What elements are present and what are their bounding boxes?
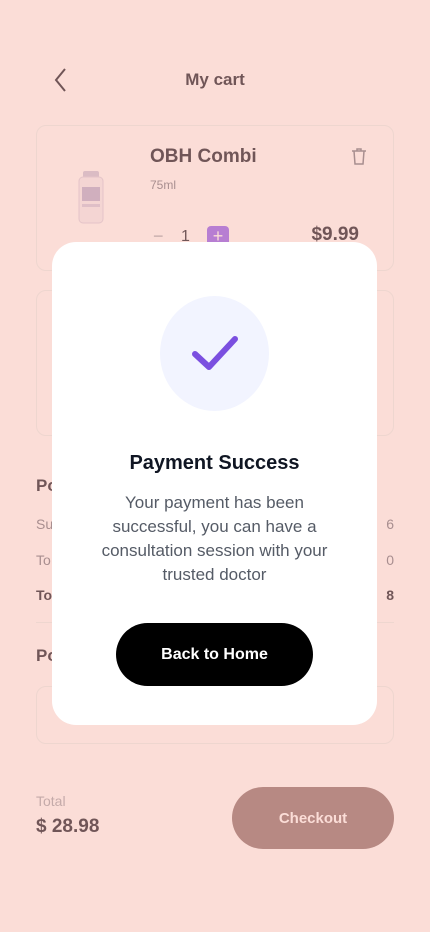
- payment-success-modal: Payment Success Your payment has been su…: [52, 242, 377, 725]
- success-icon-circle: [160, 296, 269, 411]
- checkmark-icon: [192, 336, 238, 370]
- modal-message: Your payment has been successful, you ca…: [101, 493, 328, 584]
- back-to-home-button[interactable]: Back to Home: [116, 623, 313, 686]
- modal-title: Payment Success: [129, 452, 300, 474]
